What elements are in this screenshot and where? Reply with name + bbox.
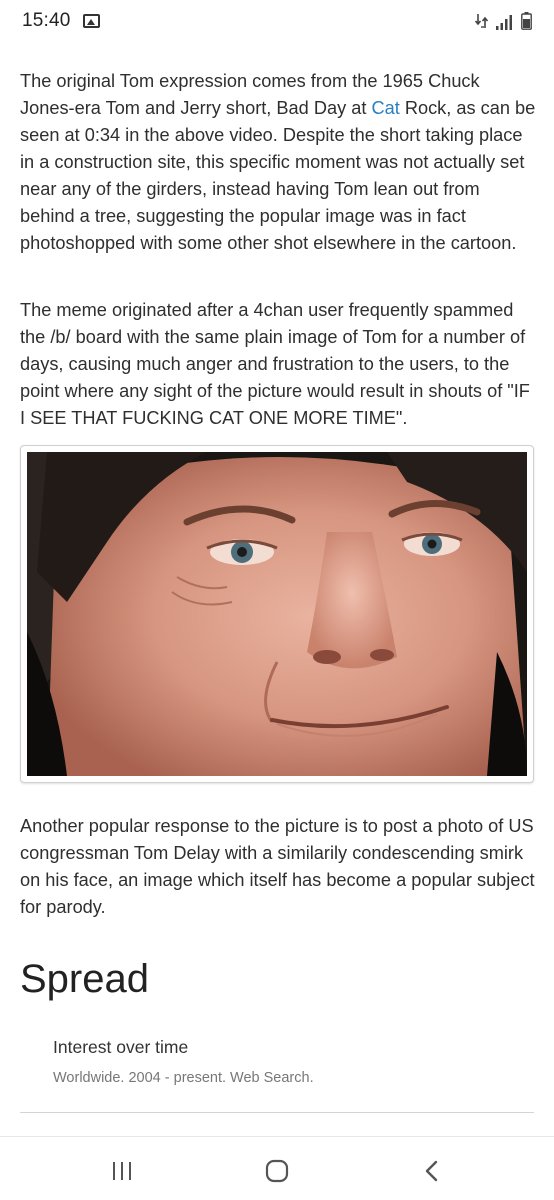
navigation-bar [0, 1136, 554, 1200]
article-paragraph-meme: The meme originated after a 4chan user f… [20, 300, 530, 428]
back-button[interactable] [412, 1157, 452, 1185]
paragraph-text-after-link: Rock, as can be seen at 0:34 in the abov… [20, 98, 536, 253]
article-paragraph-delay: Another popular response to the picture … [20, 816, 535, 917]
divider [20, 1112, 534, 1113]
home-button[interactable] [257, 1157, 297, 1185]
trends-subtitle: Worldwide. 2004 - present. Web Search. [53, 1070, 314, 1086]
status-icons [475, 12, 532, 30]
status-bar: 15:40 [0, 0, 554, 42]
gallery-notification-icon [82, 14, 100, 28]
battery-icon [521, 12, 532, 30]
section-heading-spread: Spread [20, 957, 149, 1001]
trends-title: Interest over time [53, 1037, 189, 1057]
status-time: 15:40 [22, 10, 71, 31]
signal-icon [496, 15, 512, 30]
cat-link[interactable]: Cat [371, 98, 399, 118]
back-icon [425, 1160, 438, 1182]
data-transfer-icon [475, 14, 489, 28]
article-image[interactable] [20, 445, 534, 783]
home-icon [265, 1159, 289, 1183]
recent-apps-icon [113, 1162, 131, 1180]
recent-apps-button[interactable] [102, 1157, 142, 1185]
article-paragraph-origin: The original Tom expression comes from t… [20, 68, 536, 257]
portrait-photo [27, 452, 527, 776]
